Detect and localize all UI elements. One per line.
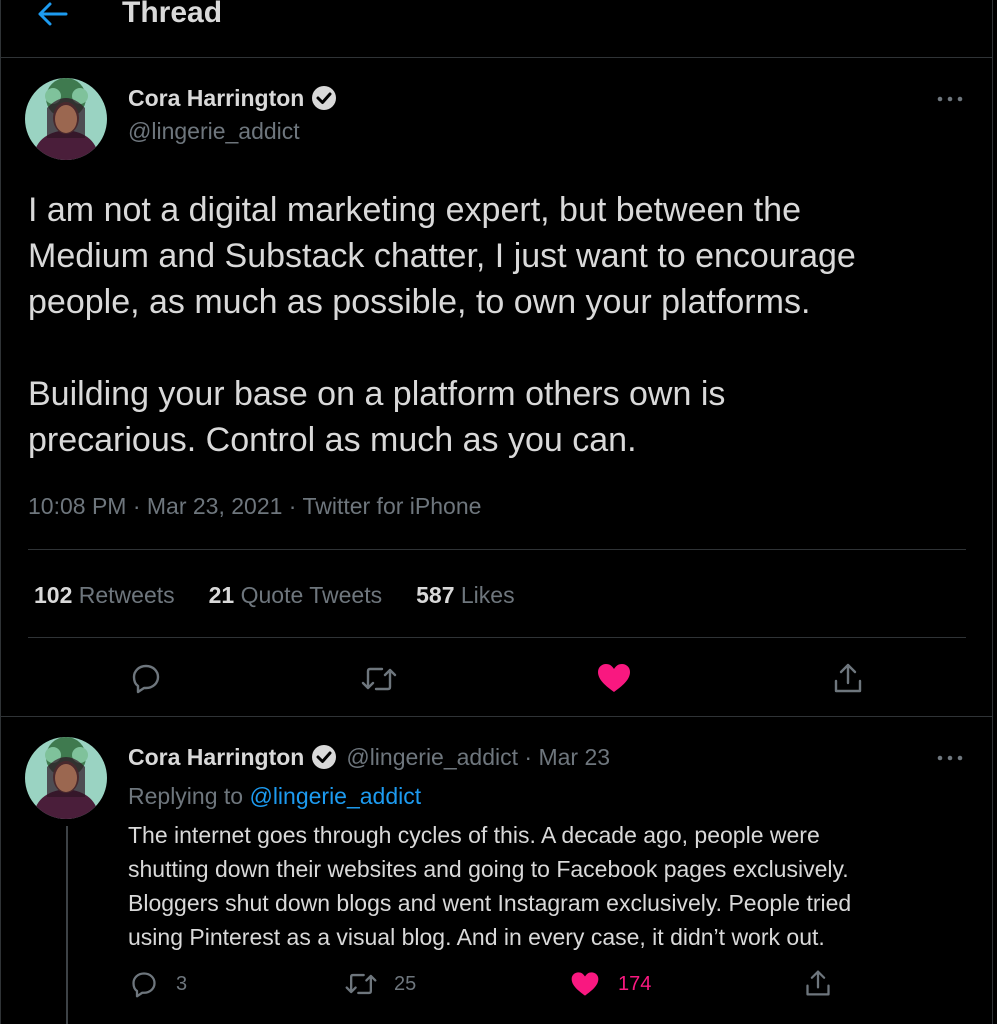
retweets-stat[interactable]: 102 Retweets bbox=[34, 582, 175, 609]
tweet-stats: 102 Retweets 21 Quote Tweets 587 Likes bbox=[34, 582, 515, 609]
retweet-button[interactable] bbox=[360, 664, 398, 694]
replying-to-link[interactable]: @lingerie_addict bbox=[249, 783, 421, 809]
tweet-timestamp[interactable]: 10:08 PM · Mar 23, 2021 · Twitter for iP… bbox=[28, 493, 481, 520]
back-arrow-icon bbox=[38, 2, 68, 26]
avatar[interactable] bbox=[25, 78, 107, 160]
verified-icon bbox=[312, 86, 337, 110]
divider bbox=[28, 637, 966, 638]
reply-meta[interactable]: @lingerie_addict · Mar 23 bbox=[346, 744, 610, 771]
avatar-image-icon bbox=[25, 737, 107, 819]
retweet-button[interactable]: 25 bbox=[344, 970, 416, 998]
like-icon bbox=[598, 664, 630, 692]
reply-text-line: The internet goes through cycles of this… bbox=[128, 822, 820, 848]
column-border-right bbox=[992, 0, 993, 1024]
author-name[interactable]: Cora Harrington bbox=[128, 744, 304, 771]
reply-text-line: Bloggers shut down blogs and went Instag… bbox=[128, 890, 852, 916]
tweet-text-line: precarious. Control as much as you can. bbox=[28, 421, 637, 459]
reply-text-line: using Pinterest as a visual blog. And in… bbox=[128, 924, 825, 950]
like-count: 174 bbox=[618, 972, 652, 995]
tweet-text-line: Medium and Substack chatter, I just want… bbox=[28, 237, 856, 275]
like-icon bbox=[571, 972, 599, 996]
tweet-text-line: Building your base on a platform others … bbox=[28, 375, 726, 413]
author-name-text: Cora Harrington bbox=[128, 84, 305, 111]
more-button[interactable] bbox=[936, 84, 964, 110]
avatar-image-icon bbox=[25, 78, 107, 160]
share-icon bbox=[806, 970, 830, 996]
tweet-divider bbox=[0, 716, 993, 717]
reply-icon bbox=[132, 972, 156, 998]
share-icon bbox=[834, 663, 862, 693]
reply-button[interactable]: 3 bbox=[130, 970, 187, 998]
thread-line bbox=[66, 826, 68, 1024]
reply-count: 3 bbox=[176, 972, 188, 995]
divider bbox=[28, 549, 966, 550]
column-border-left bbox=[0, 0, 1, 1024]
back-button[interactable] bbox=[36, 0, 70, 30]
like-button[interactable]: 174 bbox=[570, 970, 651, 998]
header-divider bbox=[0, 57, 993, 58]
author-handle[interactable]: @lingerie_addict bbox=[128, 118, 300, 145]
retweet-icon bbox=[345, 973, 377, 995]
reply-icon bbox=[132, 664, 160, 694]
share-button[interactable] bbox=[804, 968, 832, 998]
replying-to-prefix: Replying to bbox=[128, 783, 244, 809]
reply-text: The internet goes through cycles of this… bbox=[128, 818, 851, 954]
reply-button[interactable] bbox=[130, 662, 162, 694]
tweet-text: I am not a digital marketing expert, but… bbox=[28, 187, 856, 463]
author-name[interactable]: Cora Harrington bbox=[128, 84, 338, 112]
page-title: Thread bbox=[122, 0, 223, 29]
avatar[interactable] bbox=[25, 737, 107, 819]
more-icon bbox=[937, 96, 963, 102]
retweet-icon bbox=[361, 667, 397, 691]
tweet-text-line: I am not a digital marketing expert, but… bbox=[28, 191, 802, 229]
tweet-text-line: people, as much as possible, to own your… bbox=[28, 283, 811, 321]
retweet-count: 25 bbox=[394, 972, 417, 995]
share-button[interactable] bbox=[832, 661, 864, 695]
reply-header: Cora Harrington @lingerie_addict · Mar 2… bbox=[128, 743, 610, 771]
more-icon bbox=[937, 755, 963, 761]
verified-icon bbox=[312, 745, 337, 769]
like-button[interactable] bbox=[596, 662, 632, 694]
more-button[interactable] bbox=[936, 743, 964, 769]
quote-tweets-stat[interactable]: 21 Quote Tweets bbox=[209, 582, 382, 609]
reply-text-line: shutting down their websites and going t… bbox=[128, 856, 849, 882]
replying-to: Replying to @lingerie_addict bbox=[128, 783, 421, 810]
likes-stat[interactable]: 587 Likes bbox=[416, 582, 514, 609]
